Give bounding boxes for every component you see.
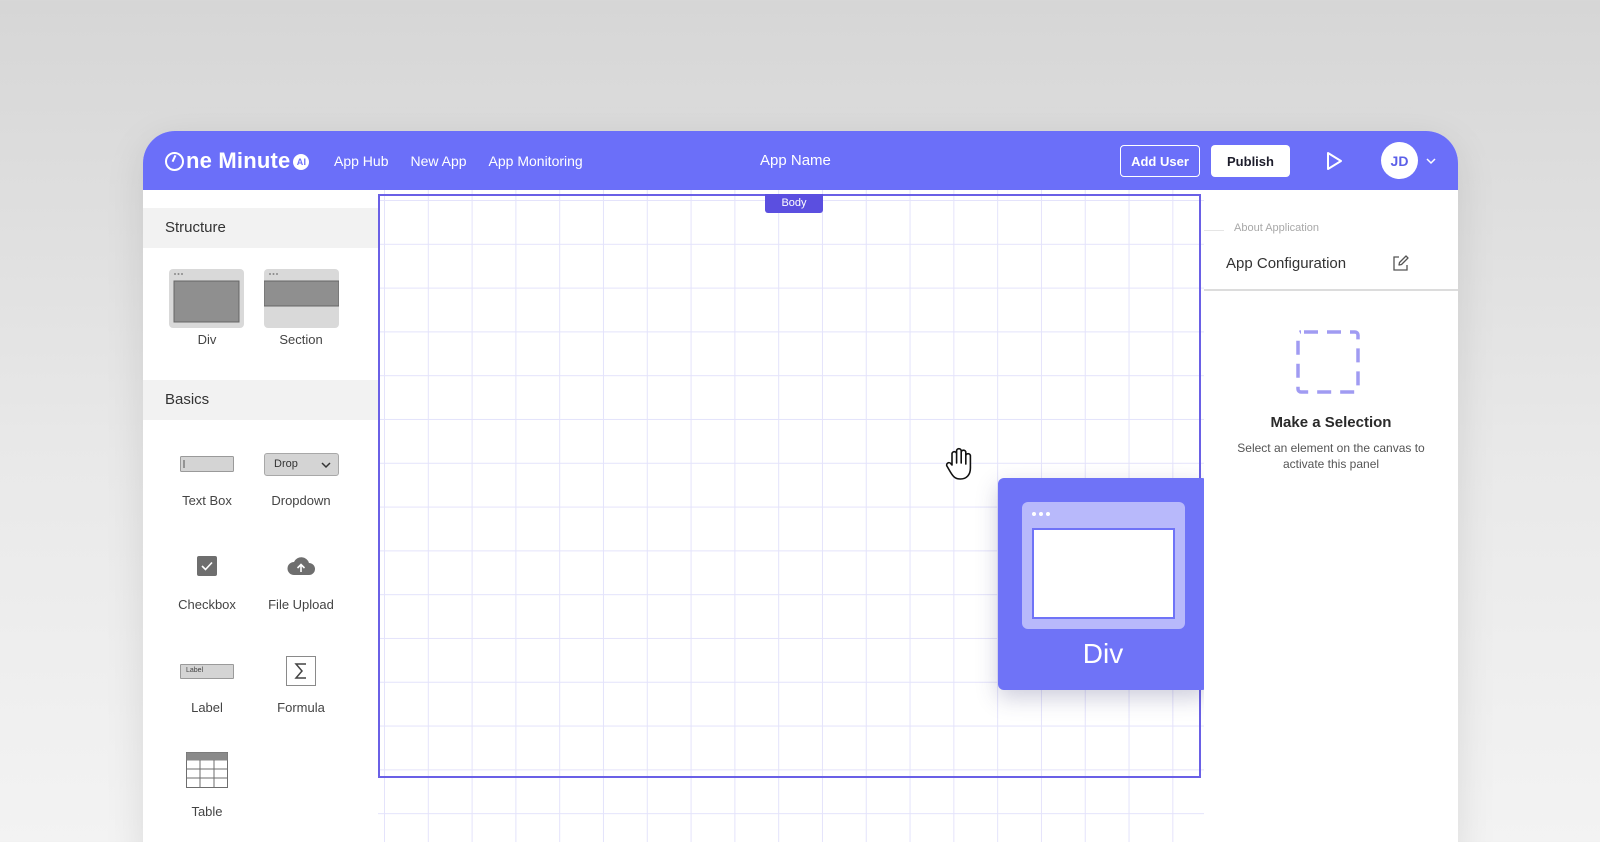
divider: [1204, 230, 1224, 231]
label-preview-text: Label: [186, 667, 204, 674]
make-selection-description: Select an element on the canvas to activ…: [1237, 441, 1425, 471]
checkbox-icon: [197, 556, 217, 576]
chevron-down-icon[interactable]: [1425, 155, 1437, 167]
component-text-box-label: Text Box: [182, 493, 232, 508]
basics-section-title: Basics: [143, 380, 378, 420]
add-user-button[interactable]: Add User: [1120, 145, 1200, 177]
text-box-icon: [180, 456, 234, 472]
avatar[interactable]: JD: [1381, 142, 1418, 179]
label-preview: Label: [180, 664, 234, 679]
about-application-label: About Application: [1234, 222, 1320, 234]
table-icon: [186, 752, 228, 788]
brand-logo[interactable]: ne Minute AI: [165, 146, 310, 176]
properties-panel: About Application App Configuration Make…: [1204, 190, 1458, 842]
make-selection-title: Make a Selection: [1270, 414, 1392, 431]
brand-ai-badge: AI: [293, 154, 310, 170]
play-icon[interactable]: [1323, 150, 1345, 172]
div-component-icon: [169, 269, 244, 328]
grab-hand-icon: [945, 447, 972, 480]
app-name-title[interactable]: App Name: [760, 131, 831, 190]
component-file-upload-label: File Upload: [268, 597, 334, 612]
brand-logo-text: ne Minute: [186, 148, 291, 173]
main-nav: App Hub New App App Monitoring: [334, 131, 605, 190]
component-sidebar: Structure Div Section Basics Text Box Dr…: [143, 190, 378, 842]
app-configuration-title: App Configuration: [1226, 255, 1347, 272]
nav-app-monitoring[interactable]: App Monitoring: [489, 153, 583, 169]
component-label-label: Label: [191, 700, 223, 715]
dropdown-preview: Drop: [264, 453, 339, 476]
component-text-box[interactable]: Text Box: [162, 452, 252, 512]
div-preview-window: [1022, 502, 1185, 629]
chevron-down-icon: [321, 462, 331, 469]
design-canvas[interactable]: Body Div: [378, 190, 1208, 842]
clock-icon: [165, 151, 184, 171]
app-window: ne Minute AI App Hub New App App Monitor…: [143, 131, 1458, 842]
component-table[interactable]: Table: [162, 752, 252, 822]
component-div-label: Div: [197, 332, 217, 347]
component-section-label: Section: [279, 332, 323, 347]
edit-icon[interactable]: [1392, 255, 1409, 272]
component-label[interactable]: Label Label: [162, 659, 252, 719]
component-section[interactable]: Section: [256, 269, 346, 351]
cloud-upload-icon: [287, 557, 315, 575]
component-table-label: Table: [191, 804, 223, 819]
component-file-upload[interactable]: File Upload: [256, 556, 346, 616]
window-dots-icon: [1032, 512, 1050, 516]
publish-button[interactable]: Publish: [1211, 145, 1290, 177]
dropdown-preview-text: Drop: [274, 458, 298, 470]
component-dropdown-label: Dropdown: [271, 493, 331, 508]
structure-section-title: Structure: [143, 208, 378, 248]
dragging-div-label: Div: [1082, 638, 1124, 669]
selection-icon: [1296, 330, 1360, 394]
body-tag[interactable]: Body: [765, 194, 823, 213]
top-bar: ne Minute AI App Hub New App App Monitor…: [143, 131, 1458, 190]
component-checkbox[interactable]: Checkbox: [162, 556, 252, 616]
nav-new-app[interactable]: New App: [410, 153, 466, 169]
component-checkbox-label: Checkbox: [178, 597, 236, 612]
sigma-icon: [286, 656, 316, 686]
dragging-div-card[interactable]: Div: [998, 478, 1208, 690]
section-component-icon: [264, 269, 339, 328]
div-preview-content: [1032, 528, 1175, 619]
nav-app-hub[interactable]: App Hub: [334, 153, 388, 169]
component-div[interactable]: Div: [162, 269, 252, 351]
divider: [1204, 289, 1458, 291]
component-dropdown[interactable]: Drop Dropdown: [256, 452, 346, 512]
component-formula-label: Formula: [277, 700, 325, 715]
component-formula[interactable]: Formula: [256, 656, 346, 719]
